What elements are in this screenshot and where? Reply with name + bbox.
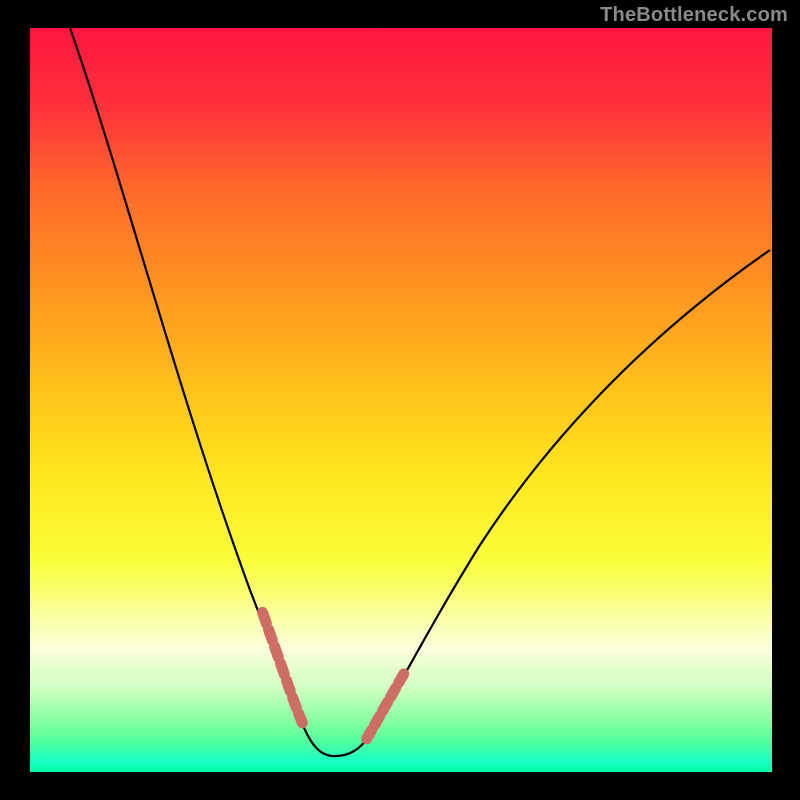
chart-frame: TheBottleneck.com: [0, 0, 800, 800]
highlight-dash: [375, 716, 380, 725]
highlight-dash: [367, 730, 372, 739]
highlight-dash: [399, 674, 404, 683]
highlight-dash: [292, 697, 296, 707]
highlight-dash: [274, 646, 278, 657]
bottleneck-chart: [0, 0, 800, 800]
plot-background: [30, 28, 772, 772]
highlight-dash: [262, 612, 266, 623]
watermark-text: TheBottleneck.com: [600, 4, 788, 27]
highlight-dash: [298, 713, 302, 723]
highlight-dash: [280, 663, 284, 674]
highlight-dash: [268, 629, 272, 640]
highlight-dash: [391, 688, 396, 697]
highlight-dash: [383, 702, 388, 711]
highlight-dash: [286, 680, 290, 691]
